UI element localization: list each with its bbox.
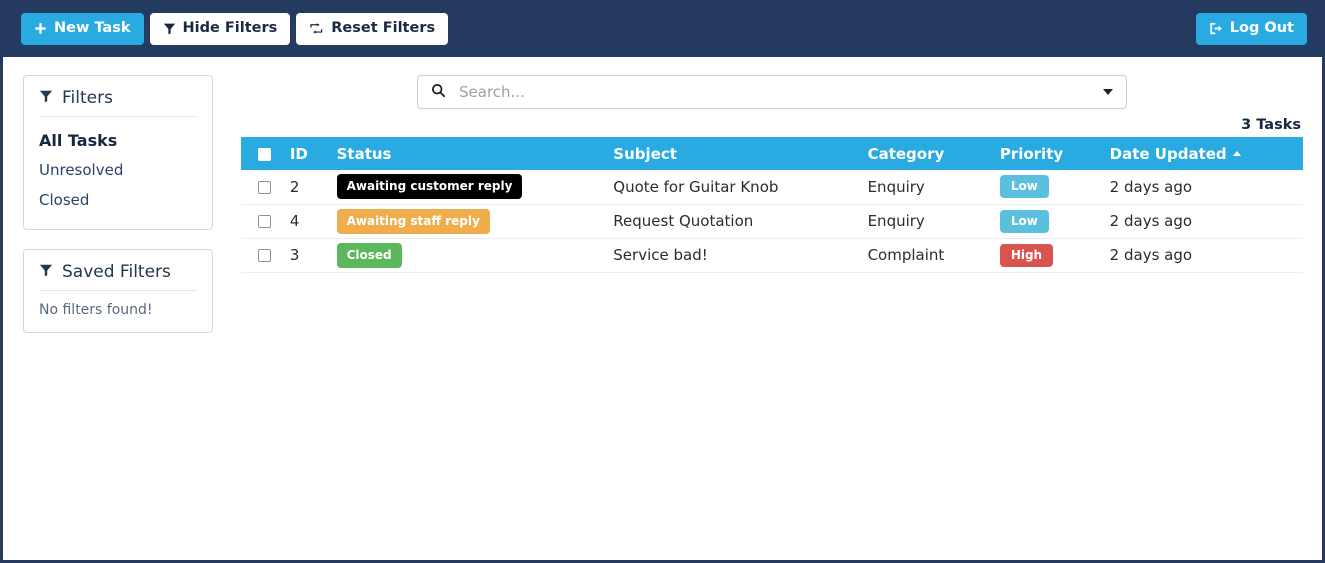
retweet-icon bbox=[309, 22, 324, 35]
column-header-select-all[interactable] bbox=[241, 137, 290, 170]
chevron-down-icon[interactable] bbox=[1100, 84, 1116, 100]
sidebar-item-label: Closed bbox=[39, 190, 90, 209]
cell-subject: Service bad! bbox=[613, 238, 868, 273]
status-badge: Awaiting customer reply bbox=[336, 174, 523, 200]
column-label: Status bbox=[336, 144, 392, 163]
content-area: Filters All Tasks Unresolved Closed Save… bbox=[3, 57, 1322, 560]
column-header-subject[interactable]: Subject bbox=[613, 137, 868, 170]
row-checkbox[interactable] bbox=[258, 215, 271, 228]
search-wrapper bbox=[417, 75, 1127, 109]
column-label: Date Updated bbox=[1109, 144, 1227, 163]
column-header-status[interactable]: Status bbox=[336, 137, 614, 170]
status-badge: Closed bbox=[336, 242, 402, 268]
new-task-button[interactable]: New Task bbox=[21, 12, 144, 45]
app-page: New Task Hide Filters Reset Filters Log … bbox=[0, 0, 1325, 563]
new-task-label: New Task bbox=[54, 20, 131, 37]
sidebar-item-unresolved[interactable]: Unresolved bbox=[39, 156, 197, 185]
navbar-right: Log Out bbox=[1195, 12, 1307, 45]
tasks-table: ID Status Subject Category Priority Date… bbox=[241, 137, 1303, 273]
sidebar-item-all-tasks[interactable]: All Tasks bbox=[39, 126, 197, 156]
logout-button[interactable]: Log Out bbox=[1195, 12, 1307, 45]
main-panel: 3 Tasks ID Status Subjec bbox=[213, 75, 1303, 560]
table-row[interactable]: 2 Awaiting customer reply Quote for Guit… bbox=[241, 170, 1303, 205]
saved-filters-panel-header: Saved Filters bbox=[39, 262, 197, 291]
cell-category: Complaint bbox=[867, 238, 1000, 273]
cell-date-updated: 2 days ago bbox=[1109, 170, 1303, 205]
filters-panel-title: Filters bbox=[62, 88, 113, 108]
cell-id: 4 bbox=[289, 204, 337, 239]
saved-filters-empty-text: No filters found! bbox=[39, 301, 153, 318]
column-label: Category bbox=[867, 144, 945, 163]
hide-filters-label: Hide Filters bbox=[182, 20, 278, 37]
funnel-icon bbox=[39, 262, 53, 282]
priority-badge: High bbox=[999, 243, 1054, 267]
logout-label: Log Out bbox=[1229, 20, 1294, 37]
column-header-id[interactable]: ID bbox=[289, 137, 337, 170]
cell-category: Enquiry bbox=[867, 170, 1000, 205]
sidebar-item-label: All Tasks bbox=[39, 131, 118, 150]
column-label: Subject bbox=[613, 144, 677, 163]
column-header-category[interactable]: Category bbox=[867, 137, 1000, 170]
reset-filters-button[interactable]: Reset Filters bbox=[296, 12, 449, 45]
tasks-table-body: 2 Awaiting customer reply Quote for Guit… bbox=[241, 170, 1303, 273]
row-select-cell[interactable] bbox=[241, 204, 290, 239]
cell-priority: Low bbox=[999, 204, 1110, 239]
sort-ascending-icon bbox=[1232, 150, 1241, 156]
row-checkbox[interactable] bbox=[258, 249, 271, 262]
filters-panel: Filters All Tasks Unresolved Closed bbox=[23, 75, 213, 230]
column-header-date-updated[interactable]: Date Updated bbox=[1109, 137, 1303, 170]
cell-category: Enquiry bbox=[867, 204, 1000, 239]
reset-filters-label: Reset Filters bbox=[331, 20, 436, 37]
cell-priority: High bbox=[999, 238, 1110, 273]
cell-date-updated: 2 days ago bbox=[1109, 238, 1303, 273]
search-icon bbox=[431, 83, 446, 102]
column-header-priority[interactable]: Priority bbox=[999, 137, 1110, 170]
plus-icon bbox=[34, 22, 47, 35]
priority-badge: Low bbox=[999, 175, 1049, 199]
cell-id: 3 bbox=[289, 238, 337, 273]
cell-id: 2 bbox=[289, 170, 337, 205]
cell-date-updated: 2 days ago bbox=[1109, 204, 1303, 239]
table-header-row: ID Status Subject Category Priority Date… bbox=[241, 137, 1303, 170]
search-input[interactable] bbox=[457, 82, 1100, 102]
filters-panel-header: Filters bbox=[39, 88, 197, 117]
cell-subject: Request Quotation bbox=[613, 204, 868, 239]
search-box[interactable] bbox=[417, 75, 1127, 109]
sidebar-item-closed[interactable]: Closed bbox=[39, 186, 197, 215]
cell-status: Awaiting customer reply bbox=[336, 170, 614, 205]
cell-status: Awaiting staff reply bbox=[336, 204, 614, 239]
column-label: ID bbox=[289, 144, 308, 163]
sign-out-icon bbox=[1209, 22, 1223, 35]
table-row[interactable]: 3 Closed Service bad! Complaint High 2 d… bbox=[241, 238, 1303, 273]
cell-subject: Quote for Guitar Knob bbox=[613, 170, 868, 205]
sidebar-item-label: Unresolved bbox=[39, 161, 124, 180]
select-all-checkbox[interactable] bbox=[258, 147, 271, 161]
task-count: 3 Tasks bbox=[1241, 117, 1301, 133]
funnel-icon bbox=[163, 22, 176, 35]
row-select-cell[interactable] bbox=[241, 170, 290, 205]
saved-filters-panel-title: Saved Filters bbox=[62, 261, 171, 282]
row-select-cell[interactable] bbox=[241, 238, 290, 273]
tasks-table-head: ID Status Subject Category Priority Date… bbox=[241, 137, 1303, 170]
top-navbar: New Task Hide Filters Reset Filters Log … bbox=[0, 0, 1325, 57]
cell-priority: Low bbox=[999, 170, 1110, 205]
hide-filters-button[interactable]: Hide Filters bbox=[149, 12, 291, 45]
search-row bbox=[241, 75, 1303, 109]
sidebar: Filters All Tasks Unresolved Closed Save… bbox=[23, 75, 213, 560]
cell-status: Closed bbox=[336, 238, 614, 273]
priority-badge: Low bbox=[999, 209, 1049, 233]
status-badge: Awaiting staff reply bbox=[336, 208, 490, 234]
column-label: Priority bbox=[999, 144, 1064, 163]
saved-filters-panel: Saved Filters No filters found! bbox=[23, 248, 213, 333]
table-row[interactable]: 4 Awaiting staff reply Request Quotation… bbox=[241, 204, 1303, 239]
row-checkbox[interactable] bbox=[258, 180, 271, 194]
navbar-actions: New Task Hide Filters Reset Filters bbox=[21, 12, 449, 45]
funnel-icon bbox=[39, 88, 53, 108]
